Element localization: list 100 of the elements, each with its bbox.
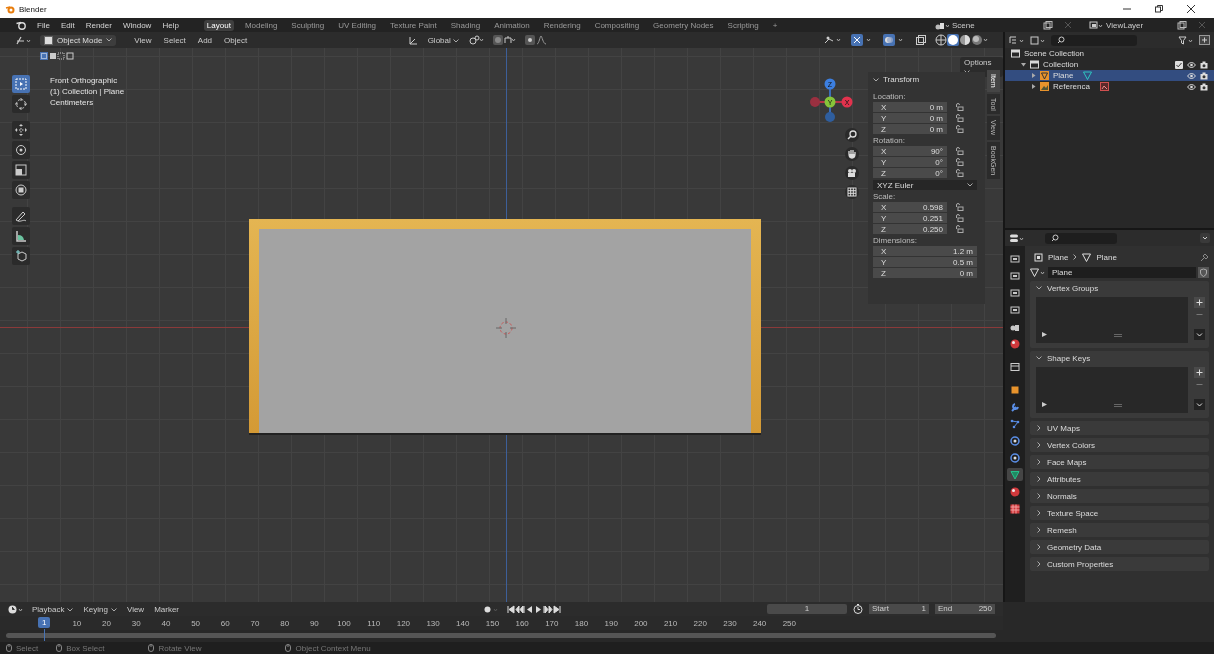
menu-item[interactable]: Edit <box>60 20 75 30</box>
workspace-tab[interactable]: Animation <box>491 19 533 31</box>
number-field[interactable]: Z 0 m <box>873 268 977 278</box>
add-workspace-button[interactable]: + <box>769 19 781 31</box>
xray-icon[interactable] <box>915 34 927 46</box>
panel-header[interactable]: Normals <box>1030 489 1209 503</box>
menu-item[interactable]: Keying <box>81 604 119 614</box>
add-cube-tool-button[interactable] <box>12 247 30 265</box>
lock-icon[interactable] <box>955 203 964 211</box>
panel-header[interactable]: Geometry Data <box>1030 540 1209 554</box>
editor-type-icon[interactable] <box>1009 233 1025 243</box>
add-icon[interactable] <box>1194 297 1205 308</box>
clock-icon[interactable] <box>8 604 24 614</box>
number-field[interactable]: X 90° <box>873 146 947 156</box>
lock-icon[interactable] <box>955 169 964 177</box>
workspace-tab[interactable]: Modeling <box>241 19 281 31</box>
workspace-tab[interactable]: Layout <box>203 19 234 31</box>
chevron-down-icon[interactable] <box>1194 329 1205 340</box>
menu-item[interactable]: View <box>124 604 147 614</box>
workspace-tab[interactable]: UV Editing <box>335 19 380 31</box>
collection-tab[interactable] <box>1007 360 1023 373</box>
collapsed-triangle-icon[interactable] <box>1031 84 1036 89</box>
new-view-layer-icon[interactable] <box>1177 20 1187 30</box>
number-field[interactable]: X 0 m <box>873 102 947 112</box>
pin-icon[interactable] <box>1200 252 1209 262</box>
checkbox-icon[interactable] <box>1175 60 1183 69</box>
menu-item[interactable]: View <box>132 35 154 45</box>
outliner-row[interactable]: Scene Collection <box>1005 48 1214 59</box>
expanded-triangle-icon[interactable] <box>1021 62 1026 67</box>
chevron-down-icon[interactable] <box>873 77 879 82</box>
editor-type-icon[interactable] <box>1009 35 1025 45</box>
chevron-down-icon[interactable] <box>1194 399 1205 410</box>
menu-item[interactable]: Select <box>161 35 188 45</box>
axes-icon[interactable] <box>407 35 418 45</box>
visibility-icon[interactable] <box>823 35 843 45</box>
number-field[interactable]: Y 0° <box>873 157 947 167</box>
zoom-icon[interactable] <box>845 128 859 142</box>
lock-icon[interactable] <box>955 114 964 122</box>
scrollbar[interactable] <box>6 633 996 638</box>
playback-controls-icon[interactable] <box>507 604 562 614</box>
lock-icon[interactable] <box>955 225 964 233</box>
camera-icon[interactable] <box>1200 82 1208 91</box>
grid-icon[interactable] <box>845 185 859 199</box>
selection-mode-icon[interactable] <box>40 52 76 61</box>
annotate-tool-button[interactable] <box>12 207 30 225</box>
measure-tool-button[interactable] <box>12 227 30 245</box>
data-tab[interactable] <box>1007 468 1023 481</box>
current-frame-field[interactable]: 1 <box>767 604 847 614</box>
close-icon[interactable] <box>1186 4 1196 14</box>
blender-logo-icon[interactable] <box>16 20 26 30</box>
rotation-mode-dropdown[interactable]: XYZ Euler <box>873 180 977 190</box>
number-field[interactable]: Y 0 m <box>873 113 947 123</box>
hand-icon[interactable] <box>845 147 859 161</box>
start-frame-field[interactable]: Start 1 <box>869 604 929 614</box>
fake-user-icon[interactable] <box>1198 267 1209 278</box>
search-field[interactable] <box>1051 34 1137 46</box>
expand-icon[interactable] <box>1042 402 1047 407</box>
select-tool-button[interactable] <box>12 75 30 93</box>
camera-icon[interactable] <box>1200 60 1208 69</box>
collapsed-triangle-icon[interactable] <box>1031 73 1036 78</box>
menu-item[interactable]: Object <box>222 35 250 45</box>
new-scene-icon[interactable] <box>1043 20 1053 30</box>
lock-icon[interactable] <box>955 125 964 133</box>
panel-header[interactable]: Texture Space <box>1030 506 1209 520</box>
number-field[interactable]: Y 0.5 m <box>873 257 977 267</box>
physics-tab[interactable] <box>1007 434 1023 447</box>
transform-tool-button[interactable] <box>12 181 30 199</box>
stopwatch-icon[interactable] <box>853 604 863 614</box>
workspace-tab[interactable]: Texture Paint <box>387 19 440 31</box>
mode-dropdown[interactable]: Object Mode <box>40 34 117 46</box>
number-field[interactable]: X 1.2 m <box>873 246 977 256</box>
end-frame-field[interactable]: End 250 <box>935 604 995 614</box>
lock-icon[interactable] <box>955 158 964 166</box>
workspace-tab[interactable]: Compositing <box>591 19 643 31</box>
workspace-tab[interactable]: Geometry Nodes <box>650 19 717 31</box>
panel-header[interactable]: UV Maps <box>1030 421 1209 435</box>
menu-item[interactable]: Window <box>122 20 152 30</box>
data-name-field[interactable]: Plane <box>1048 267 1196 278</box>
mesh-data-icon[interactable] <box>1030 268 1046 277</box>
panel-title[interactable]: Transform <box>883 75 920 84</box>
constraints-tab[interactable] <box>1007 451 1023 464</box>
number-field[interactable]: Z 0° <box>873 168 947 178</box>
cursor-tool-button[interactable] <box>12 95 30 113</box>
menu-item[interactable]: Playback <box>30 604 76 614</box>
move-tool-button[interactable] <box>12 121 30 139</box>
scale-tool-button[interactable] <box>12 161 30 179</box>
panel-header[interactable]: Remesh <box>1030 523 1209 537</box>
number-field[interactable]: Z 0.250 <box>873 224 947 234</box>
expand-icon[interactable] <box>1042 332 1047 337</box>
orientation-dropdown[interactable]: Global <box>425 35 461 45</box>
number-field[interactable]: Z 0 m <box>873 124 947 134</box>
output-tab[interactable] <box>1007 286 1023 299</box>
new-collection-icon[interactable] <box>1199 35 1210 45</box>
resize-handle-icon[interactable] <box>1114 334 1122 337</box>
scene-icon[interactable] <box>935 20 949 30</box>
resize-handle-icon[interactable] <box>1114 404 1122 407</box>
panel-header[interactable]: Face Maps <box>1030 455 1209 469</box>
playhead-frame[interactable]: 1 <box>38 617 51 628</box>
workspace-tab[interactable]: Shading <box>447 19 484 31</box>
restore-icon[interactable] <box>1154 4 1164 14</box>
